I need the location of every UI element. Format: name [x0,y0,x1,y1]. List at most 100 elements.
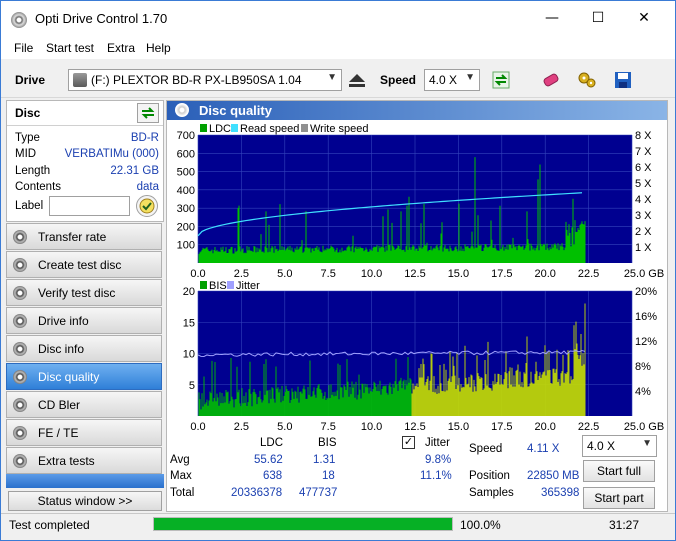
position-value: 22850 MB [527,470,580,482]
maximize-button[interactable]: ☐ [575,1,621,35]
menu-start-test[interactable]: Start test [46,41,94,55]
start-full-button[interactable]: Start full [583,460,655,482]
nav-disc-quality[interactable]: Disc quality [6,363,162,390]
ldc-y2-axis: 8 X 7 X 6 X 5 X 4 X 3 X 2 X 1 X [635,130,652,254]
disc-panel-title: Disc [15,106,41,120]
y2-tick-label: 6 X [635,162,652,174]
avg-jitter: 9.8% [425,454,452,466]
x-tick-label: 17.5 [491,421,512,433]
disc-icon [13,342,27,356]
max-label: Max [170,470,192,482]
menu-file[interactable]: File [14,41,33,55]
test-speed-select[interactable]: 4.0 X ▼ [582,435,657,457]
bis-plot-area [197,290,633,416]
contents-label: Contents [15,181,62,193]
menu-extra[interactable]: Extra [107,41,135,55]
y2-tick-label: 8% [635,361,651,373]
nav-label: CD Bler [38,398,81,412]
nav-fe-te[interactable]: FE / TE [6,419,162,446]
chevron-down-icon: ▼ [642,438,652,449]
nav-create-test-disc[interactable]: Create test disc [6,251,162,278]
settings-button[interactable] [574,68,600,92]
nav-verify-test-disc[interactable]: Verify test disc [6,279,162,306]
legend-bis: BIS [209,280,227,292]
minimize-button[interactable]: — [529,1,575,35]
y-tick-label: 10 [183,349,195,361]
col-bis-header: BIS [318,437,337,449]
gears-icon [578,72,596,88]
refresh-speed-button[interactable] [488,68,514,92]
menu-bar: File Start test Extra Help [1,37,675,59]
bis-y2-axis: 20% 16% 12% 8% 4% [635,286,657,398]
jitter-checkbox[interactable]: ✓ [402,436,415,449]
nav-drive-info[interactable]: Drive info [6,307,162,334]
col-jitter-header: Jitter [425,437,450,449]
mid-label: MID [15,148,37,160]
total-bis: 477737 [299,487,338,499]
refresh-arrows-icon [141,107,155,119]
x-tick-label: 5.0 [277,421,292,433]
contents-value: data [136,181,159,193]
disc-quality-panel: Disc quality LDC Read speed Write speed … [166,100,668,512]
disc-icon [13,258,27,272]
y-tick-label: 20 [183,286,195,298]
status-window-button[interactable]: Status window >> [8,491,162,511]
elapsed-time: 31:27 [609,518,640,532]
legend-read-swatch [231,124,238,132]
nav-label: Disc quality [38,370,100,384]
chevron-down-icon: ▼ [327,72,337,83]
window-title: Opti Drive Control 1.70 [35,11,168,26]
x-tick-label: 15.0 [448,421,469,433]
panel-header: Disc quality [167,101,667,120]
y2-tick-label: 7 X [635,146,652,158]
bis-x-axis: 0.0 2.5 5.0 7.5 10.0 12.5 15.0 17.5 20.0 22.5 25.0… [190,421,664,433]
y-tick-label: 100 [177,240,195,252]
nav-disc-info[interactable]: Disc info [6,335,162,362]
y2-tick-label: 8 X [635,130,652,142]
legend-jitter: Jitter [236,280,260,292]
erase-button[interactable] [538,68,564,92]
drive-select[interactable]: (F:) PLEXTOR BD-R PX-LB950SA 1.04 ▼ [68,69,342,91]
panel-title: Disc quality [199,103,272,118]
progress-fill [154,518,452,530]
status-bar: Test completed 100.0% 31:27 [1,513,675,540]
ldc-y-axis: 700 600 500 400 300 200 100 [177,130,195,252]
eject-icon [349,74,365,87]
speed-select[interactable]: 4.0 X ▼ [424,69,480,91]
nav-transfer-rate[interactable]: Transfer rate [6,223,162,250]
test-speed-value: 4.0 X [587,439,616,453]
label-input[interactable] [49,196,130,216]
nav-cd-bler[interactable]: CD Bler [6,391,162,418]
close-button[interactable]: ✕ [621,1,667,35]
nav-label: Create test disc [38,258,122,272]
y-tick-label: 15 [183,317,195,329]
start-part-button[interactable]: Start part [583,487,655,509]
y2-tick-label: 2 X [635,226,652,238]
disc-check-icon [139,198,155,214]
col-ldc-header: LDC [260,437,284,449]
disc-icon [175,103,189,117]
x-tick-label: 10.0 [361,421,382,433]
y-tick-label: 500 [177,167,195,179]
eject-button[interactable] [344,68,370,92]
length-value: 22.31 GB [110,165,159,177]
y-tick-label: 600 [177,148,195,160]
legend-read-speed: Read speed [240,123,299,135]
disc-refresh-button[interactable] [137,103,159,123]
x-tick-label: 22.5 [578,421,599,433]
nav-extra-tests[interactable]: Extra tests [6,447,162,474]
disc-info-panel: Disc Type BD-R MID VERBATIMu (000) Lengt… [6,100,164,222]
samples-value: 365398 [541,487,580,499]
label-apply-button[interactable] [136,195,158,217]
legend-write-swatch [301,124,308,132]
max-bis: 18 [322,470,335,482]
mid-value: VERBATIMu (000) [64,148,159,160]
avg-ldc: 55.62 [254,454,283,466]
refresh-arrows-icon [492,71,510,89]
bis-y-axis: 20 15 10 5 [183,286,195,392]
progress-bar [153,517,453,531]
x-tick-label: 0.0 [190,421,205,433]
y2-tick-label: 4 X [635,194,652,206]
menu-help[interactable]: Help [146,41,171,55]
save-button[interactable] [610,68,636,92]
